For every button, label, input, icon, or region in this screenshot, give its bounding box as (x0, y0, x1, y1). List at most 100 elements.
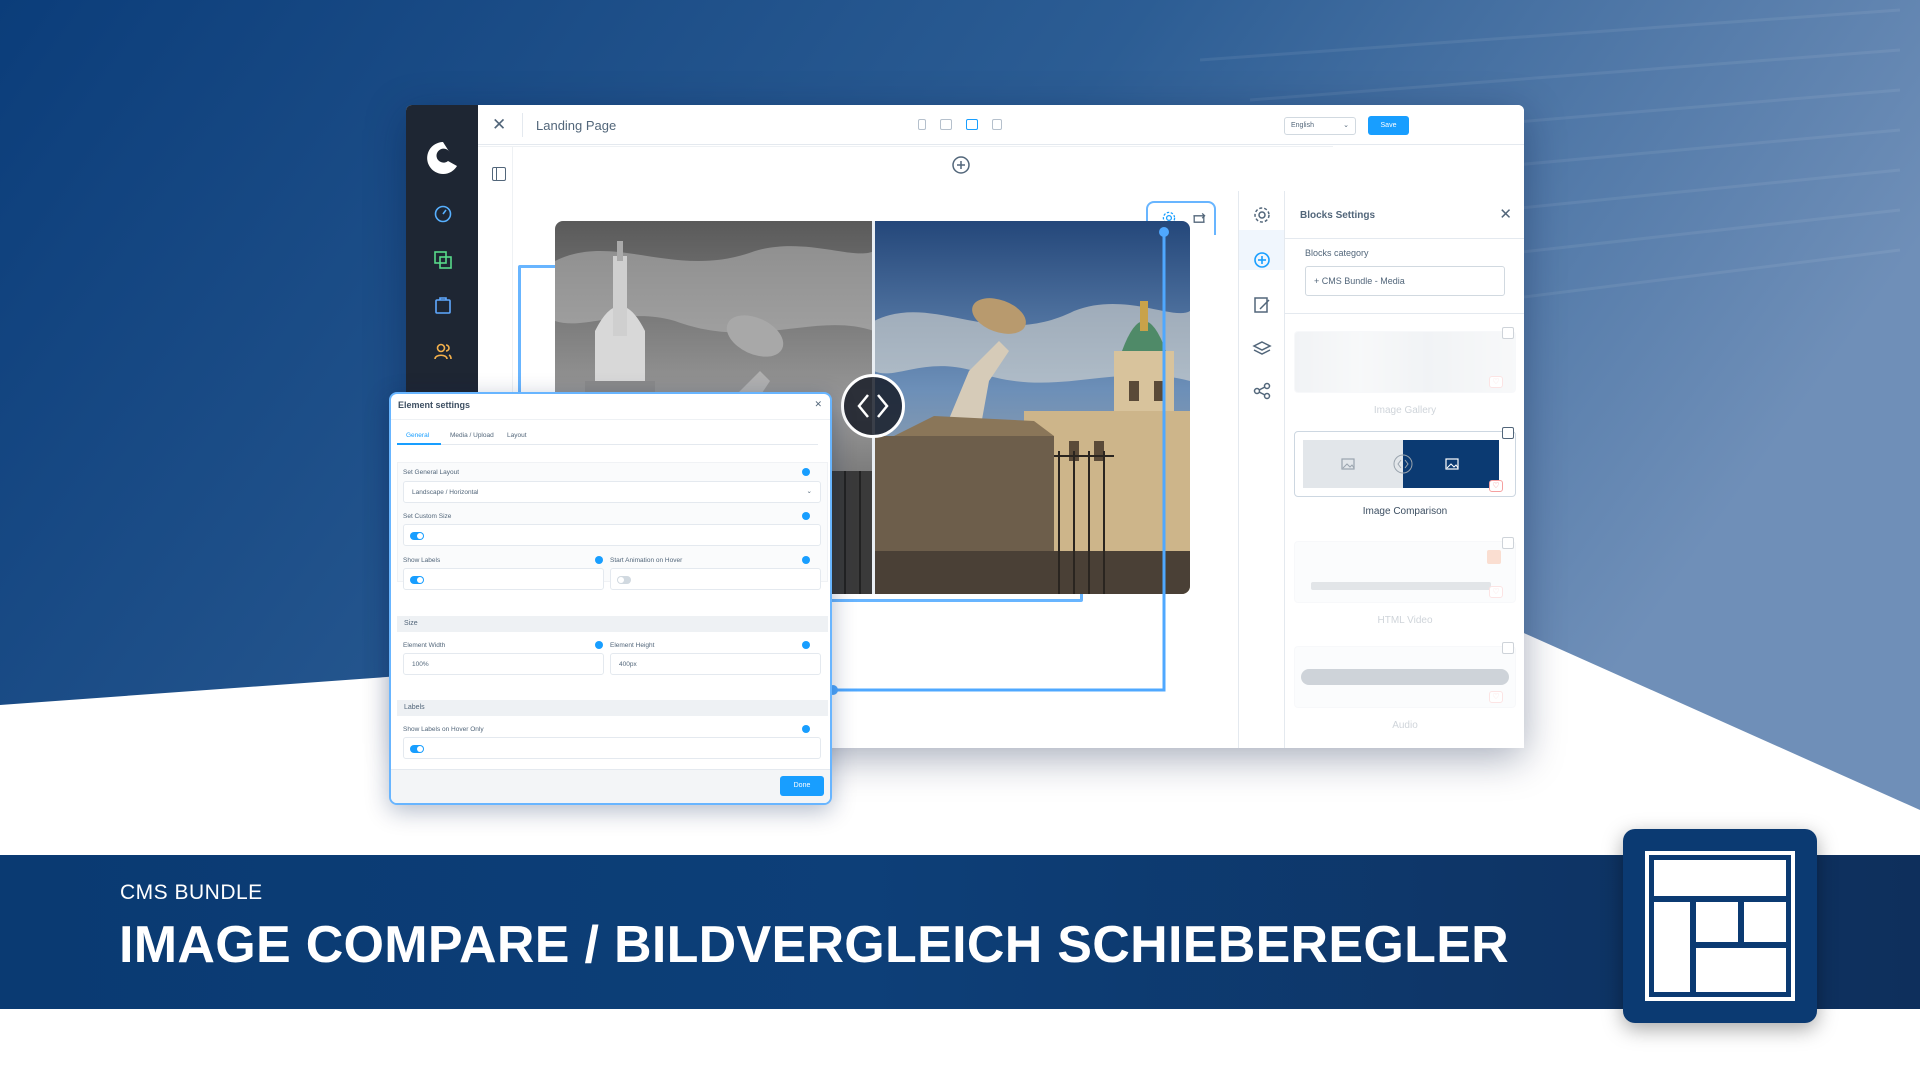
block-label: Image Comparison (1362, 506, 1448, 517)
customers-icon[interactable] (433, 341, 453, 361)
panel-separator (1285, 313, 1524, 314)
help-icon[interactable] (802, 725, 810, 733)
block-label: Image Gallery (1373, 405, 1437, 416)
close-icon[interactable]: ✕ (1499, 205, 1512, 223)
category-select[interactable]: + CMS Bundle - Media (1305, 266, 1505, 296)
general-layout-label: Set General Layout (403, 469, 460, 476)
block-info-icon[interactable] (1502, 642, 1514, 654)
general-settings-group (397, 462, 828, 582)
block-card-audio[interactable]: ♡ Audio (1294, 642, 1516, 731)
gear-icon[interactable] (1252, 205, 1272, 225)
desktop-icon[interactable] (966, 119, 978, 130)
settings-tabs: General Media / Upload Layout (397, 432, 818, 445)
start-animation-label: Start Animation on Hover (610, 557, 683, 564)
hover-labels-label: Show Labels on Hover Only (403, 726, 484, 733)
close-icon[interactable]: ✕ (814, 399, 822, 410)
block-info-icon[interactable] (1502, 427, 1514, 439)
block-card-image-comparison[interactable]: ♡ Image Comparison (1294, 427, 1516, 517)
slider-icon (1393, 454, 1413, 474)
start-animation-toggle[interactable] (617, 576, 631, 584)
layout-icon (1645, 851, 1795, 1001)
help-icon[interactable] (802, 468, 810, 476)
block-thumbnail: ♡ (1294, 646, 1516, 708)
heart-icon[interactable]: ♡ (1489, 586, 1503, 598)
labels-section-header: Labels (397, 700, 828, 716)
tab-media-upload[interactable]: Media / Upload (450, 432, 494, 439)
orders-icon[interactable] (433, 295, 453, 315)
form-icon[interactable] (992, 119, 1002, 130)
device-switcher (918, 119, 1002, 130)
general-layout-select[interactable]: Landscape / Horizontal ⌄ (403, 481, 821, 503)
block-info-icon[interactable] (1502, 537, 1514, 549)
plus-circle-icon[interactable] (1252, 250, 1272, 270)
heart-icon[interactable]: ♡ (1489, 376, 1503, 388)
swap-icon[interactable] (1191, 211, 1207, 227)
language-value: English (1291, 122, 1314, 129)
cms-layout-tile (1623, 829, 1817, 1023)
help-icon[interactable] (595, 641, 603, 649)
heart-icon[interactable]: ♡ (1489, 480, 1503, 492)
save-button[interactable]: Save (1368, 116, 1409, 135)
modal-header: Element settings ✕ (391, 394, 830, 420)
hover-labels-toggle[interactable] (410, 745, 424, 753)
element-width-input[interactable]: 100% (403, 653, 604, 675)
layers-icon[interactable] (1252, 339, 1272, 359)
layout-icon[interactable] (492, 167, 506, 181)
chevron-down-icon: ⌄ (1343, 122, 1349, 129)
mobile-icon[interactable] (918, 119, 926, 130)
image-icon (1445, 458, 1459, 470)
block-thumbnail: ♡ (1294, 541, 1516, 603)
done-button[interactable]: Done (780, 776, 824, 796)
custom-size-toggle[interactable] (410, 532, 424, 540)
custom-size-field (403, 524, 821, 546)
block-card-html-video[interactable]: ♡ HTML Video (1294, 537, 1516, 626)
edit-icon[interactable] (1252, 295, 1272, 315)
banner-subtitle: CMS BUNDLE (120, 881, 263, 904)
active-tab-indicator (397, 443, 441, 445)
block-label: HTML Video (1377, 615, 1433, 626)
help-icon[interactable] (595, 556, 603, 564)
custom-size-label: Set Custom Size (403, 513, 452, 520)
panel-title: Blocks Settings (1300, 210, 1376, 221)
size-section-header: Size (397, 616, 828, 632)
language-select[interactable]: English ⌄ (1284, 117, 1356, 135)
page-title: Landing Page (536, 118, 617, 133)
block-thumbnail: ♡ (1294, 431, 1516, 497)
audio-player-bar (1301, 669, 1509, 685)
compare-slider-handle[interactable] (841, 374, 905, 438)
toolbar-divider (522, 113, 523, 137)
block-info-icon[interactable] (1502, 327, 1514, 339)
blocks-settings-panel: Blocks Settings ✕ Blocks category + CMS … (1284, 191, 1524, 748)
general-layout-value: Landscape / Horizontal (412, 489, 479, 496)
catalog-icon[interactable] (433, 250, 453, 270)
dashboard-icon[interactable] (433, 204, 453, 224)
element-height-input[interactable]: 400px (610, 653, 821, 675)
help-icon[interactable] (802, 556, 810, 564)
shopware-logo-icon (427, 142, 457, 174)
show-labels-toggle[interactable] (410, 576, 424, 584)
modal-title: Element settings (398, 400, 471, 410)
heart-icon[interactable]: ♡ (1489, 691, 1503, 703)
tab-layout[interactable]: Layout (507, 432, 527, 439)
block-thumbnail: ♡ (1294, 331, 1516, 393)
category-label: Blocks category (1305, 248, 1369, 258)
promo-stage: ✕ Landing Page English ⌄ Save Blocks Set… (0, 0, 1920, 1080)
hover-labels-field (403, 737, 821, 759)
show-labels-label: Show Labels (403, 557, 441, 564)
show-labels-field (403, 568, 604, 590)
plus-circle-icon[interactable] (951, 155, 971, 175)
sidebar-icon-rail (1238, 191, 1285, 748)
start-animation-field (610, 568, 821, 590)
close-icon[interactable]: ✕ (492, 115, 506, 135)
help-icon[interactable] (802, 641, 810, 649)
tab-general[interactable]: General (406, 432, 429, 439)
compare-image-after (874, 221, 1190, 594)
element-settings-modal: Element settings ✕ General Media / Uploa… (389, 392, 832, 805)
share-icon[interactable] (1252, 381, 1272, 401)
chevron-down-icon: ⌄ (806, 488, 812, 495)
block-label: Audio (1392, 720, 1418, 731)
block-card-image-gallery[interactable]: ♡ Image Gallery (1294, 327, 1516, 416)
tablet-icon[interactable] (940, 119, 952, 130)
help-icon[interactable] (802, 512, 810, 520)
video-progress-bar (1311, 582, 1491, 590)
